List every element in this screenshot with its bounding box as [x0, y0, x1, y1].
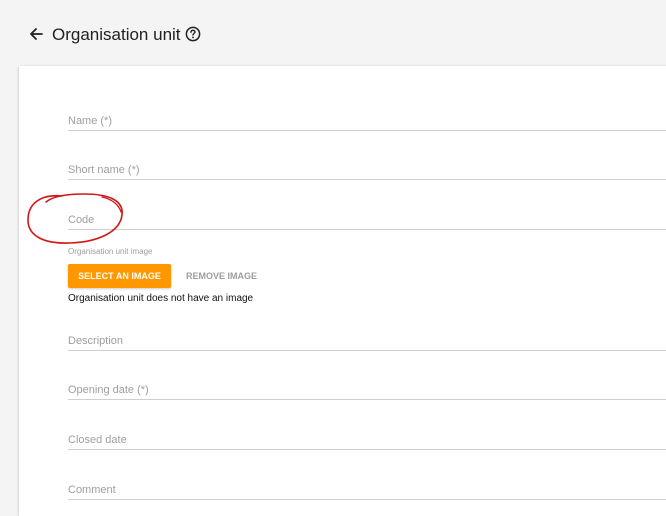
code-field[interactable]: Code	[68, 205, 666, 230]
opening-date-field-label: Opening date (*)	[68, 384, 149, 396]
arrow-left-icon[interactable]	[26, 24, 46, 44]
comment-field[interactable]: Comment	[68, 475, 666, 500]
code-field-label: Code	[68, 214, 95, 226]
name-field-label: Name (*)	[68, 115, 113, 127]
closed-date-field-label: Closed date	[68, 434, 127, 446]
name-field[interactable]: Name (*)	[68, 106, 666, 131]
image-caption: Organisation unit image	[68, 247, 153, 256]
help-circle-icon[interactable]	[185, 26, 201, 42]
page-header: Organisation unit	[0, 0, 666, 66]
short-name-field-label: Short name (*)	[68, 164, 140, 176]
page-title: Organisation unit	[52, 25, 181, 44]
comment-field-label: Comment	[68, 484, 116, 496]
description-field[interactable]: Description	[68, 326, 666, 351]
description-field-label: Description	[68, 335, 124, 347]
select-image-button[interactable]: SELECT AN IMAGE	[68, 264, 171, 288]
short-name-field[interactable]: Short name (*)	[68, 155, 666, 180]
no-image-status: Organisation unit does not have an image	[68, 293, 254, 304]
remove-image-button[interactable]: REMOVE IMAGE	[180, 264, 263, 288]
closed-date-field[interactable]: Closed date	[68, 425, 666, 450]
opening-date-field[interactable]: Opening date (*)	[68, 375, 666, 400]
